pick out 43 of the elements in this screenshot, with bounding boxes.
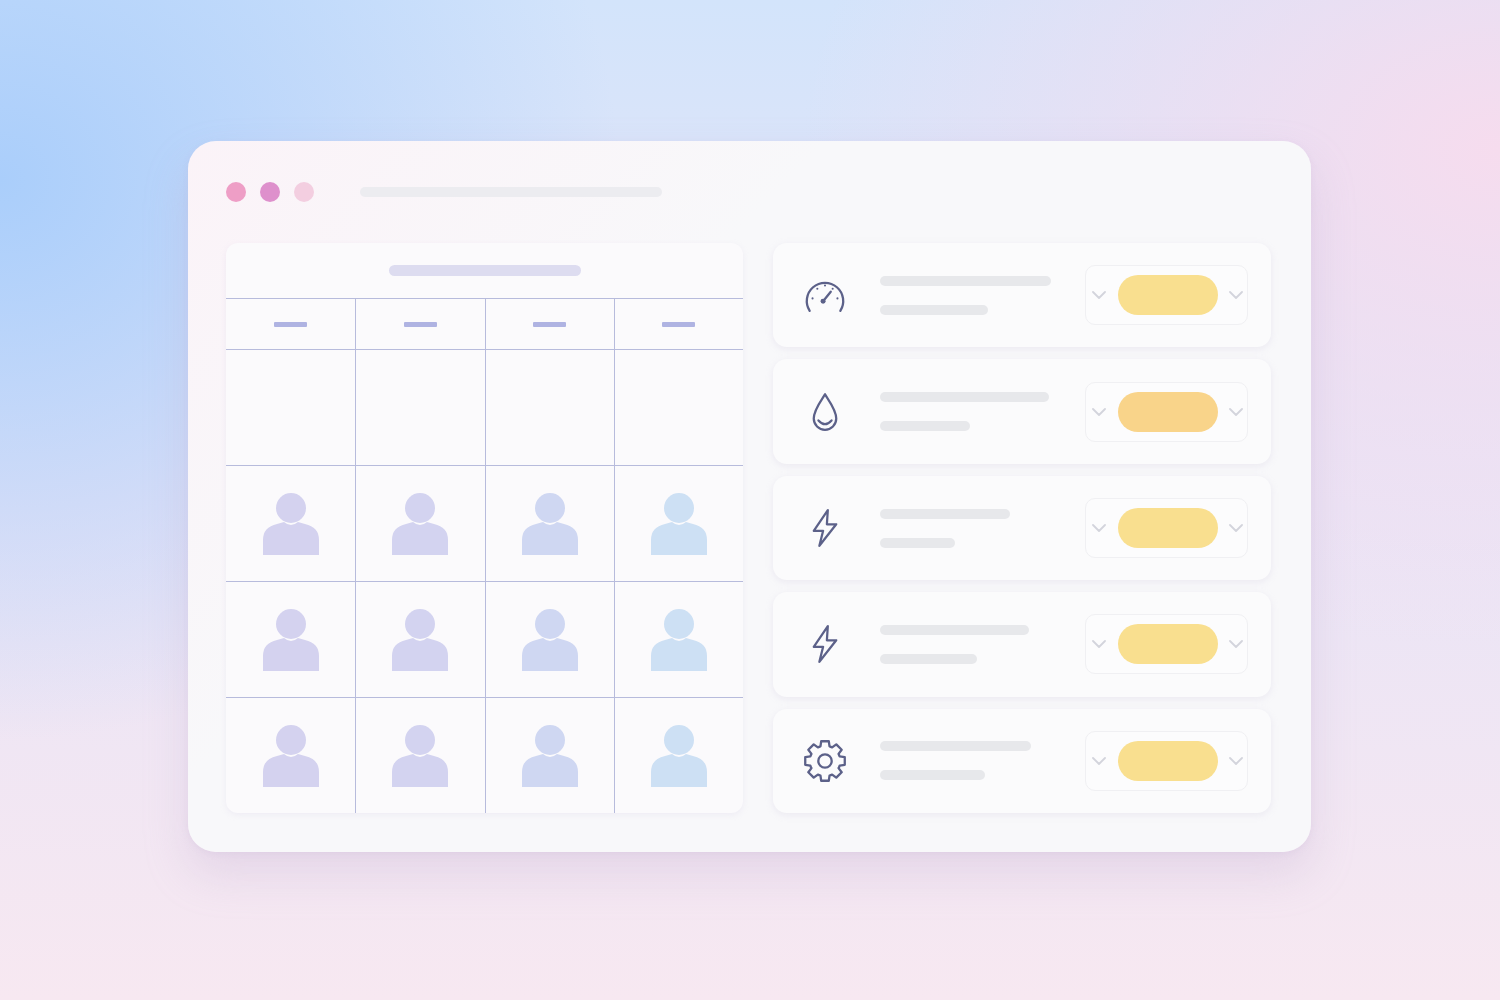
stepper-control[interactable] — [1085, 381, 1248, 442]
drop-icon — [810, 391, 840, 432]
chevron-down-icon[interactable] — [1092, 407, 1106, 416]
chevron-down-icon[interactable] — [1229, 640, 1243, 649]
value-pill[interactable] — [1117, 275, 1218, 316]
value-pill[interactable] — [1117, 624, 1218, 665]
stepper-control[interactable] — [1085, 265, 1248, 326]
chevron-down-icon[interactable] — [1229, 291, 1243, 300]
person-icon — [650, 492, 707, 555]
chevron-down-icon[interactable] — [1092, 291, 1106, 300]
person-icon — [650, 608, 707, 671]
dash-icon — [533, 321, 567, 327]
chevron-down-icon[interactable] — [1092, 640, 1106, 649]
person-icon — [392, 492, 449, 555]
person-icon — [392, 724, 449, 787]
person-icon — [521, 608, 578, 671]
window-dot-icon[interactable] — [226, 182, 246, 202]
stepper-control[interactable] — [1085, 498, 1248, 558]
value-pill[interactable] — [1117, 391, 1218, 432]
person-icon — [262, 724, 319, 787]
person-icon — [262, 608, 319, 671]
chevron-down-icon[interactable] — [1092, 524, 1106, 532]
dash-icon — [662, 321, 696, 327]
person-icon — [392, 608, 449, 671]
chevron-down-icon[interactable] — [1092, 756, 1106, 765]
person-icon — [262, 492, 319, 555]
person-icon — [521, 492, 578, 555]
settings-icon — [802, 737, 848, 784]
dash-icon — [274, 321, 308, 327]
window-dot-icon[interactable] — [260, 182, 280, 202]
stepper-control[interactable] — [1085, 730, 1248, 791]
stepper-control[interactable] — [1085, 614, 1248, 675]
chevron-down-icon[interactable] — [1229, 407, 1243, 416]
value-pill[interactable] — [1117, 740, 1218, 781]
person-icon — [650, 724, 707, 787]
chevron-down-icon[interactable] — [1229, 524, 1243, 532]
value-pill[interactable] — [1117, 508, 1218, 548]
window-dot-icon[interactable] — [294, 182, 314, 202]
lightning-icon — [810, 508, 840, 548]
dash-icon — [403, 321, 437, 327]
chevron-down-icon[interactable] — [1229, 756, 1243, 765]
lightning-icon — [810, 624, 840, 665]
person-icon — [521, 724, 578, 787]
